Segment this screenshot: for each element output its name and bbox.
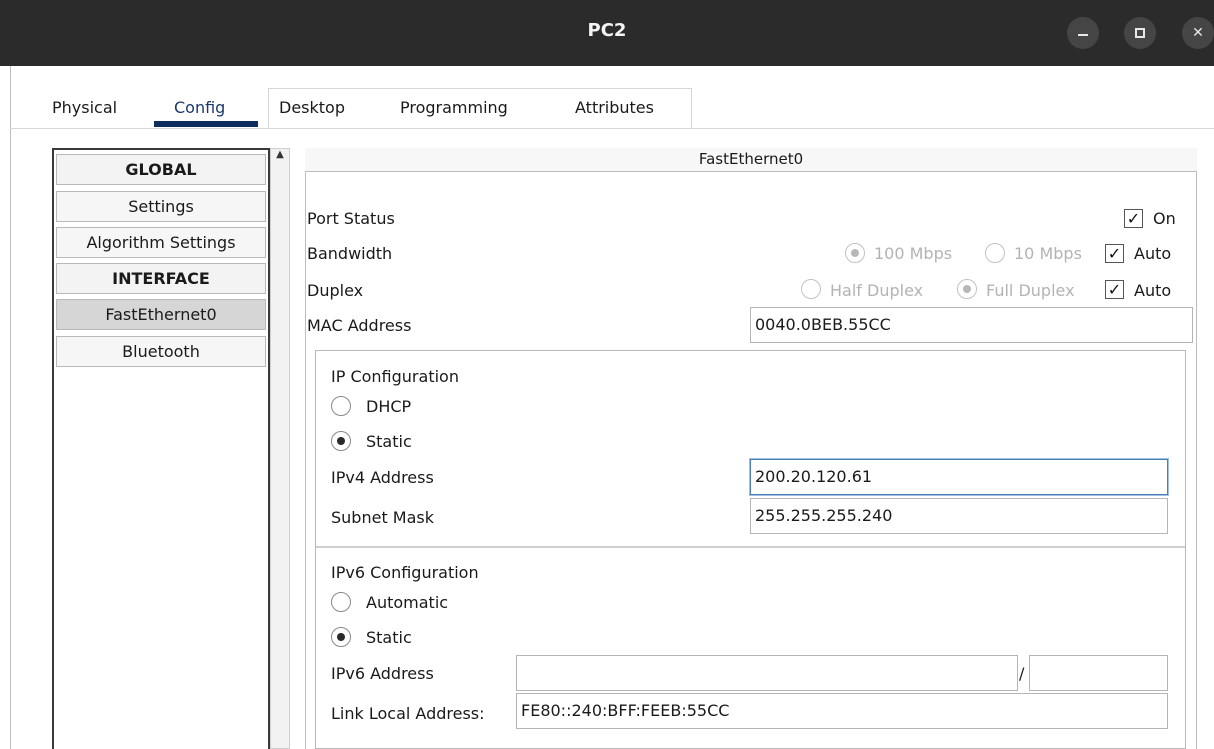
ipv6-static-radio[interactable] [331, 627, 351, 647]
tabbar-divider [10, 128, 1214, 129]
duplex-label: Duplex [307, 281, 364, 300]
bandwidth-100-radio[interactable] [845, 243, 865, 263]
ipv6-automatic-label: Automatic [366, 593, 449, 612]
active-tab-indicator [154, 121, 258, 127]
tab-physical[interactable]: Physical [52, 98, 117, 128]
ipv6-static-label: Static [366, 628, 412, 647]
ip-ipv6-separator [316, 546, 1185, 548]
sidebar-item-algorithm-settings[interactable]: Algorithm Settings [56, 227, 266, 258]
close-icon: ✕ [1192, 25, 1204, 41]
bandwidth-label: Bandwidth [307, 244, 393, 263]
window-title: PC2 [587, 20, 627, 41]
ipv6-prefix-separator: / [1019, 664, 1025, 683]
duplex-auto-label: Auto [1134, 281, 1172, 300]
dhcp-label: DHCP [366, 397, 412, 416]
minimize-icon [1078, 34, 1088, 36]
bandwidth-auto-checkbox[interactable]: ✓ [1105, 244, 1124, 263]
sidebar-scrollbar[interactable] [270, 148, 290, 749]
link-local-address-label: Link Local Address: [331, 704, 485, 723]
duplex-auto-checkbox[interactable]: ✓ [1105, 280, 1124, 299]
duplex-half-radio[interactable] [801, 279, 821, 299]
scroll-up-arrow-icon[interactable]: ▲ [274, 150, 286, 160]
ipv6-prefix-field[interactable] [1029, 655, 1168, 691]
minimize-button[interactable] [1067, 17, 1099, 49]
duplex-full-label: Full Duplex [986, 281, 1075, 300]
sidebar-item-settings[interactable]: Settings [56, 191, 266, 222]
maximize-icon [1135, 28, 1145, 38]
port-status-on-checkbox[interactable]: ✓ [1124, 209, 1143, 228]
title-bar: PC2 ✕ [0, 0, 1214, 66]
tab-programming[interactable]: Programming [400, 98, 508, 128]
sidebar-header-global[interactable]: GLOBAL [56, 154, 266, 185]
ipv4-static-label: Static [366, 432, 412, 451]
ipv4-static-radio[interactable] [331, 431, 351, 451]
ipv4-address-field[interactable]: 200.20.120.61 [750, 459, 1168, 495]
sidebar-item-bluetooth[interactable]: Bluetooth [56, 336, 266, 367]
ip-config-title: IP Configuration [331, 367, 459, 386]
tab-desktop[interactable]: Desktop [279, 98, 345, 128]
sidebar-header-interface[interactable]: INTERFACE [56, 263, 266, 294]
sidebar: GLOBAL Settings Algorithm Settings INTER… [52, 148, 270, 749]
dhcp-radio[interactable] [331, 396, 351, 416]
port-status-label: Port Status [307, 209, 395, 228]
subnet-mask-label: Subnet Mask [331, 508, 435, 527]
ipv6-address-label: IPv6 Address [331, 664, 434, 683]
bandwidth-10-label: 10 Mbps [1014, 244, 1082, 263]
port-status-on-label: On [1153, 209, 1176, 228]
ipv6-address-field[interactable] [516, 655, 1018, 691]
duplex-full-radio[interactable] [957, 279, 977, 299]
mac-address-field[interactable]: 0040.0BEB.55CC [750, 307, 1193, 343]
ipv4-address-label: IPv4 Address [331, 468, 434, 487]
bandwidth-10-radio[interactable] [985, 243, 1005, 263]
subnet-mask-field[interactable]: 255.255.255.240 [750, 498, 1168, 534]
bandwidth-100-label: 100 Mbps [874, 244, 953, 263]
tab-attributes[interactable]: Attributes [575, 98, 654, 128]
duplex-half-label: Half Duplex [830, 281, 924, 300]
sidebar-item-fastethernet0[interactable]: FastEthernet0 [56, 299, 266, 330]
link-local-address-field[interactable]: FE80::240:BFF:FEEB:55CC [516, 693, 1168, 729]
ipv6-config-title: IPv6 Configuration [331, 563, 479, 582]
panel-header: FastEthernet0 [305, 148, 1197, 172]
ipv6-automatic-radio[interactable] [331, 592, 351, 612]
mac-address-label: MAC Address [307, 316, 412, 335]
bandwidth-auto-label: Auto [1134, 244, 1172, 263]
maximize-button[interactable] [1124, 17, 1156, 49]
close-button[interactable]: ✕ [1182, 17, 1214, 49]
